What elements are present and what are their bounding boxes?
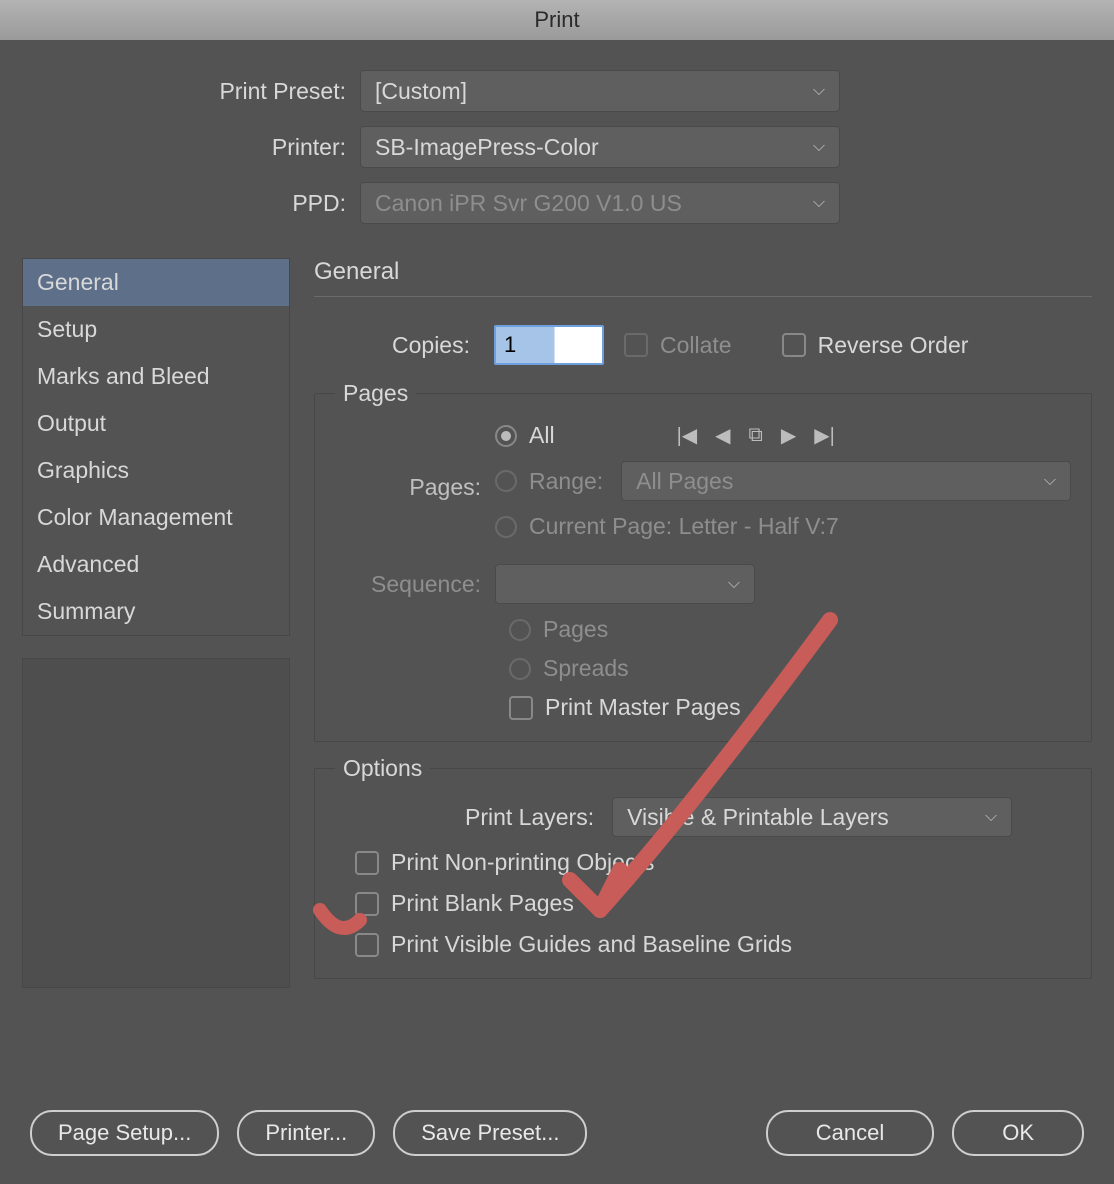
spread-icon[interactable]: ⧉ xyxy=(749,424,763,447)
print-layers-dropdown[interactable]: Visible & Printable Layers ⌵ xyxy=(612,797,1012,837)
page-preview xyxy=(22,658,290,988)
save-preset-button[interactable]: Save Preset... xyxy=(393,1110,587,1156)
ppd-label: PPD: xyxy=(0,190,360,217)
sidebar-item-color-management[interactable]: Color Management xyxy=(23,494,289,541)
window-title: Print xyxy=(0,0,1114,40)
print-layers-value: Visible & Printable Layers xyxy=(627,804,889,831)
pages-spreads-label: Spreads xyxy=(543,655,629,682)
print-preset-value: [Custom] xyxy=(375,78,467,105)
chevron-down-icon: ⌵ xyxy=(728,575,740,593)
pages-pages-label: Pages xyxy=(543,616,608,643)
pages-range-value: All Pages xyxy=(636,468,733,495)
pages-current-radio[interactable] xyxy=(495,516,517,538)
header-form: Print Preset: [Custom] ⌵ Printer: SB-Ima… xyxy=(0,40,1114,258)
print-blank-checkbox[interactable] xyxy=(355,892,379,916)
pages-current-label: Current Page: Letter - Half V:7 xyxy=(529,513,839,540)
printer-dropdown[interactable]: SB-ImagePress-Color ⌵ xyxy=(360,126,840,168)
reverse-order-option[interactable]: Reverse Order xyxy=(782,332,969,359)
page-nav-icons: |◀ ◀ ⧉ ▶ ▶| xyxy=(677,423,835,448)
printer-value: SB-ImagePress-Color xyxy=(375,134,599,161)
print-blank-label: Print Blank Pages xyxy=(391,890,574,917)
reverse-order-checkbox[interactable] xyxy=(782,333,806,357)
pages-group: Pages Pages: All |◀ ◀ ⧉ ▶ ▶| xyxy=(314,393,1092,742)
print-guides-label: Print Visible Guides and Baseline Grids xyxy=(391,931,792,958)
collate-option: Collate xyxy=(624,332,732,359)
printer-label: Printer: xyxy=(0,134,360,161)
print-layers-label: Print Layers: xyxy=(465,804,606,831)
pages-label: Pages: xyxy=(335,474,495,501)
ppd-dropdown: Canon iPR Svr G200 V1.0 US ⌵ xyxy=(360,182,840,224)
prev-page-icon[interactable]: ◀ xyxy=(715,423,730,448)
last-page-icon[interactable]: ▶| xyxy=(814,423,835,448)
sequence-dropdown: ⌵ xyxy=(495,564,755,604)
options-legend: Options xyxy=(335,755,430,782)
print-master-checkbox[interactable] xyxy=(509,696,533,720)
print-nonprinting-option[interactable]: Print Non-printing Objects xyxy=(355,849,1071,876)
printer-button[interactable]: Printer... xyxy=(237,1110,375,1156)
print-guides-checkbox[interactable] xyxy=(355,933,379,957)
copies-label: Copies: xyxy=(392,332,470,359)
chevron-down-icon: ⌵ xyxy=(813,82,825,100)
print-master-label: Print Master Pages xyxy=(545,694,741,721)
sidebar-item-output[interactable]: Output xyxy=(23,400,289,447)
options-group: Options Print Layers: Visible & Printabl… xyxy=(314,768,1092,979)
print-master-option[interactable]: Print Master Pages xyxy=(509,694,1071,721)
chevron-down-icon: ⌵ xyxy=(985,808,997,826)
ok-button[interactable]: OK xyxy=(952,1110,1084,1156)
chevron-down-icon: ⌵ xyxy=(813,194,825,212)
first-page-icon[interactable]: |◀ xyxy=(677,423,698,448)
print-preset-label: Print Preset: xyxy=(0,78,360,105)
sidebar-item-marks-bleed[interactable]: Marks and Bleed xyxy=(23,353,289,400)
sidebar-item-setup[interactable]: Setup xyxy=(23,306,289,353)
sidebar-item-general[interactable]: General xyxy=(23,259,289,306)
pages-pages-radio[interactable] xyxy=(509,619,531,641)
section-title: General xyxy=(314,258,1092,297)
copies-input[interactable] xyxy=(494,325,604,365)
dialog-footer: Page Setup... Printer... Save Preset... … xyxy=(0,1110,1114,1156)
chevron-down-icon: ⌵ xyxy=(813,138,825,156)
reverse-order-label: Reverse Order xyxy=(818,332,969,359)
print-nonprinting-label: Print Non-printing Objects xyxy=(391,849,654,876)
collate-label: Collate xyxy=(660,332,732,359)
print-nonprinting-checkbox[interactable] xyxy=(355,851,379,875)
chevron-down-icon: ⌵ xyxy=(1044,472,1056,490)
print-guides-option[interactable]: Print Visible Guides and Baseline Grids xyxy=(355,931,1071,958)
pages-range-radio[interactable] xyxy=(495,470,517,492)
sequence-label: Sequence: xyxy=(335,571,495,598)
ppd-value: Canon iPR Svr G200 V1.0 US xyxy=(375,190,682,217)
sidebar-list: General Setup Marks and Bleed Output Gra… xyxy=(22,258,290,636)
page-setup-button[interactable]: Page Setup... xyxy=(30,1110,219,1156)
pages-all-radio[interactable] xyxy=(495,425,517,447)
print-blank-option[interactable]: Print Blank Pages xyxy=(355,890,1071,917)
collate-checkbox xyxy=(624,333,648,357)
print-preset-dropdown[interactable]: [Custom] ⌵ xyxy=(360,70,840,112)
sidebar-item-summary[interactable]: Summary xyxy=(23,588,289,635)
sidebar-item-graphics[interactable]: Graphics xyxy=(23,447,289,494)
pages-range-dropdown[interactable]: All Pages ⌵ xyxy=(621,461,1071,501)
pages-spreads-radio[interactable] xyxy=(509,658,531,680)
cancel-button[interactable]: Cancel xyxy=(766,1110,934,1156)
sidebar-item-advanced[interactable]: Advanced xyxy=(23,541,289,588)
next-page-icon[interactable]: ▶ xyxy=(781,423,796,448)
pages-legend: Pages xyxy=(335,380,416,407)
pages-all-label: All xyxy=(529,422,555,449)
pages-range-label: Range: xyxy=(529,468,603,495)
